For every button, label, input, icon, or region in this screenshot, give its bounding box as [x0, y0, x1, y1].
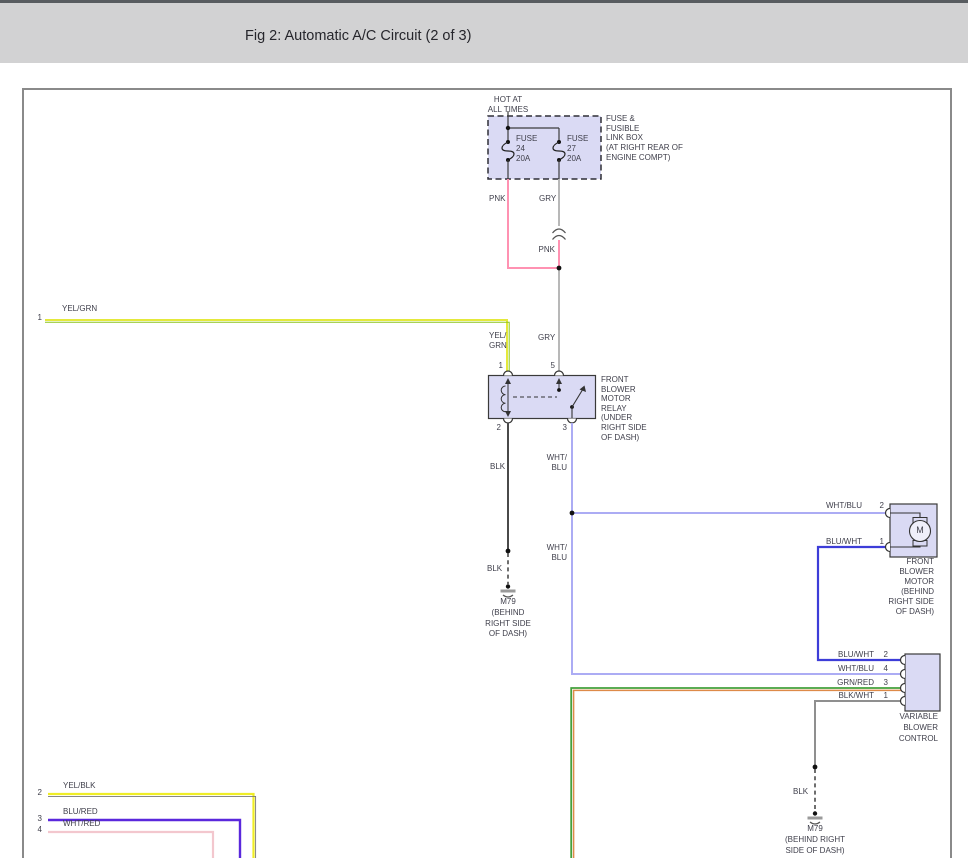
left-entry-num-2: 2 [30, 788, 42, 798]
splice-dot-pnk-gry [557, 266, 562, 271]
motor-pin-label-wht-blu: WHT/BLU [798, 501, 862, 511]
fuse-24-label: FUSE 24 20A [516, 134, 537, 165]
wire-yel-grn-path [45, 320, 509, 372]
motor-pin-label-blu-wht: BLU/WHT [798, 537, 862, 547]
inline-connector-symbol [553, 229, 566, 240]
relay-pin-3: 3 [554, 423, 567, 433]
wire-label-blk-upper: BLK [490, 462, 505, 472]
control-pin-num-1: 1 [876, 691, 888, 701]
left-entry-label-wht-red: WHT/RED [63, 819, 100, 829]
control-pin-label-blk-wht: BLK/WHT [812, 691, 874, 701]
control-pin-label-blu-wht: BLU/WHT [812, 650, 874, 660]
wire-label-gry-mid: GRY [538, 333, 555, 343]
control-pin-num-2: 2 [876, 650, 888, 660]
control-pin-label-wht-blu: WHT/BLU [812, 664, 874, 674]
wire-label-wht-blu-b: WHT/ BLU [535, 543, 567, 563]
left-entry-label-yel-blk: YEL/BLK [63, 781, 95, 791]
control-pin-label-grn-red: GRN/RED [812, 678, 874, 688]
wire-label-pnk-mid: PNK [520, 245, 555, 255]
motor-pin-num-2: 2 [872, 501, 884, 511]
wire-label-pnk-upper: PNK [489, 194, 505, 204]
left-entry-num-4: 4 [30, 825, 42, 835]
left-entry-label-blu-red: BLU/RED [63, 807, 98, 817]
control-name: VARIABLE BLOWER CONTROL [856, 711, 938, 744]
left-entry-num-1: 1 [30, 313, 42, 323]
control-pin-num-3: 3 [876, 678, 888, 688]
fuse-box-name: FUSE & FUSIBLE LINK BOX (AT RIGHT REAR O… [606, 114, 683, 163]
relay-pin-1: 1 [490, 361, 503, 371]
wire-wht-blu-path [570, 423, 901, 674]
left-entry-num-3: 3 [30, 814, 42, 824]
blower-motor-symbol [886, 504, 937, 557]
hot-at-all-times-label: HOT AT ALL TIMES [476, 95, 540, 114]
wire-label-yel-grn-vert: YEL/ GRN [489, 331, 507, 351]
wire-blk-path [506, 423, 511, 584]
ground-symbol-left [501, 584, 516, 597]
wire-label-blk-right: BLK [793, 787, 808, 797]
wire-wht-red-path [48, 832, 213, 858]
circuit-wires-canvas [0, 0, 968, 858]
wire-label-blk-dash: BLK [487, 564, 502, 574]
relay-symbol [489, 371, 596, 423]
wire-label-gry-upper: GRY [539, 194, 556, 204]
relay-pin-5: 5 [542, 361, 555, 371]
relay-name: FRONT BLOWER MOTOR RELAY (UNDER RIGHT SI… [601, 375, 647, 442]
control-pin-num-4: 4 [876, 664, 888, 674]
relay-pin-2: 2 [488, 423, 501, 433]
motor-m-glyph: M [913, 526, 927, 536]
motor-pin-num-1: 1 [872, 537, 884, 547]
fuse-27-label: FUSE 27 20A [567, 134, 588, 165]
wire-pnk-path [508, 179, 559, 268]
ground-right-label: M79 (BEHIND RIGHT SIDE OF DASH) [763, 823, 867, 856]
variable-blower-control-symbol [901, 654, 941, 711]
motor-name: FRONT BLOWER MOTOR (BEHIND RIGHT SIDE OF… [834, 557, 934, 617]
wire-label-wht-blu-a: WHT/ BLU [535, 453, 567, 473]
left-entry-label-yel-grn: YEL/GRN [62, 304, 97, 314]
wiring-diagram-page: Fig 2: Automatic A/C Circuit (2 of 3) [0, 0, 968, 858]
ground-left-label: M79 (BEHIND RIGHT SIDE OF DASH) [458, 597, 558, 640]
